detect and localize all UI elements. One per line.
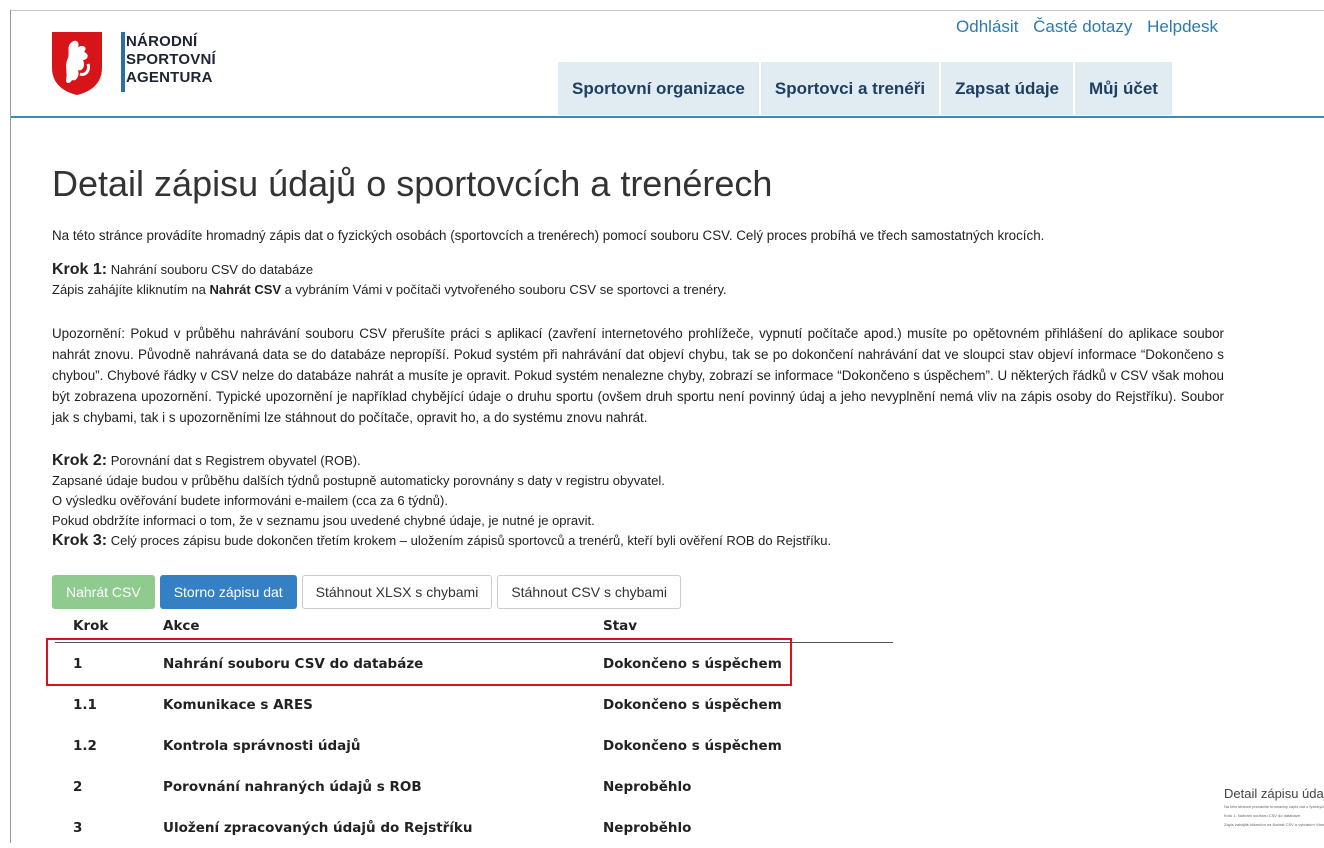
step3-heading: Krok 3: xyxy=(52,532,108,549)
brand-divider xyxy=(121,32,125,92)
step2-section: Krok 2: Porovnání dat s Registrem obyvat… xyxy=(52,451,831,551)
faq-link[interactable]: Časté dotazy xyxy=(1033,17,1132,36)
page-title: Detail zápisu údajů o sportovcích a tren… xyxy=(52,163,773,204)
download-xlsx-errors-button[interactable]: Stáhnout XLSX s chybami xyxy=(301,575,493,609)
logout-link[interactable]: Odhlásit xyxy=(956,17,1018,36)
step3-description: Celý proces zápisu bude dokončen třetím … xyxy=(110,533,832,548)
row-highlight-annotation xyxy=(46,638,792,686)
table-row: 2 Porovnání nahraných údajů s ROB Neprob… xyxy=(55,766,893,807)
window-frame-left xyxy=(10,10,11,843)
step1-instruction: Zápis zahájíte kliknutím na Nahrát CSV a… xyxy=(52,282,727,297)
status-cell: Dokončeno s úspěchem xyxy=(603,696,782,713)
upload-csv-button[interactable]: Nahrát CSV xyxy=(52,575,155,609)
status-cell: Neproběhlo xyxy=(603,819,692,836)
step2-heading: Krok 2: xyxy=(52,452,108,469)
thumbnail-text: Krok 1: Nahrání souboru CSV do databáze xyxy=(1224,813,1301,818)
top-links: Odhlásit Časté dotazy Helpdesk xyxy=(946,17,1218,37)
main-nav: Sportovní organizace Sportovci a trenéři… xyxy=(558,62,1172,115)
nav-athletes-coaches[interactable]: Sportovci a trenéři xyxy=(760,62,940,115)
table-row: 1.1 Komunikace s ARES Dokončeno s úspěch… xyxy=(55,684,893,725)
thumbnail-text: Zápis zahájíte kliknutím na Nahrát CSV a… xyxy=(1224,822,1324,827)
table-row: 1.2 Kontrola správnosti údajů Dokončeno … xyxy=(55,725,893,766)
step-cell: 1.2 xyxy=(73,737,97,754)
step-cell: 3 xyxy=(73,819,83,836)
action-buttons: Nahrát CSV Storno zápisu dat Stáhnout XL… xyxy=(52,575,681,609)
step1-section: Krok 1: Nahrání souboru CSV do databáze … xyxy=(52,260,727,300)
thumbnail-text: Na této stránce provádíte hromadný zápis… xyxy=(1224,804,1324,809)
intro-text: Na této stránce provádíte hromadný zápis… xyxy=(52,228,1045,243)
thumbnail-title: Detail zápisu údajů o sportovcích a tren… xyxy=(1224,786,1324,801)
window-frame-top xyxy=(10,10,1324,11)
nav-my-account[interactable]: Můj účet xyxy=(1075,62,1172,115)
step1-heading: Krok 1: xyxy=(52,261,108,278)
download-csv-errors-button[interactable]: Stáhnout CSV s chybami xyxy=(497,575,681,609)
status-cell: Dokončeno s úspěchem xyxy=(603,737,782,754)
page-thumbnail: Detail zápisu údajů o sportovcích a tren… xyxy=(1224,786,1324,843)
nav-sport-organizations[interactable]: Sportovní organizace xyxy=(558,62,759,115)
status-cell: Neproběhlo xyxy=(603,778,692,795)
brand-name: NÁRODNÍ SPORTOVNÍ AGENTURA xyxy=(126,33,216,86)
helpdesk-link[interactable]: Helpdesk xyxy=(1147,17,1218,36)
cancel-entry-button[interactable]: Storno zápisu dat xyxy=(159,575,297,609)
table-row: 3 Uložení zpracovaných údajů do Rejstřík… xyxy=(55,807,893,848)
step2-description: Porovnání dat s Registrem obyvatel (ROB)… xyxy=(110,453,361,468)
nav-enter-data[interactable]: Zapsat údaje xyxy=(941,62,1074,115)
step1-description: Nahrání souboru CSV do databáze xyxy=(110,262,314,277)
warning-paragraph: Upozornění: Pokud v průběhu nahrávání so… xyxy=(52,326,1224,425)
step-cell: 1.1 xyxy=(73,696,97,713)
agency-logo[interactable]: NÁRODNÍ SPORTOVNÍ AGENTURA xyxy=(50,30,216,96)
action-cell: Porovnání nahraných údajů s ROB xyxy=(163,778,422,795)
action-cell: Kontrola správnosti údajů xyxy=(163,737,361,754)
action-cell: Uložení zpracovaných údajů do Rejstříku xyxy=(163,819,473,836)
header-divider xyxy=(11,116,1324,118)
step2-line: Zapsané údaje budou v průběhu dalších tý… xyxy=(52,473,665,488)
step-cell: 2 xyxy=(73,778,83,795)
lion-shield-icon xyxy=(52,32,102,95)
action-cell: Komunikace s ARES xyxy=(163,696,313,713)
step2-line: O výsledku ověřování budete informováni … xyxy=(52,493,448,508)
step2-line: Pokud obdržíte informaci o tom, že v sez… xyxy=(52,513,595,528)
